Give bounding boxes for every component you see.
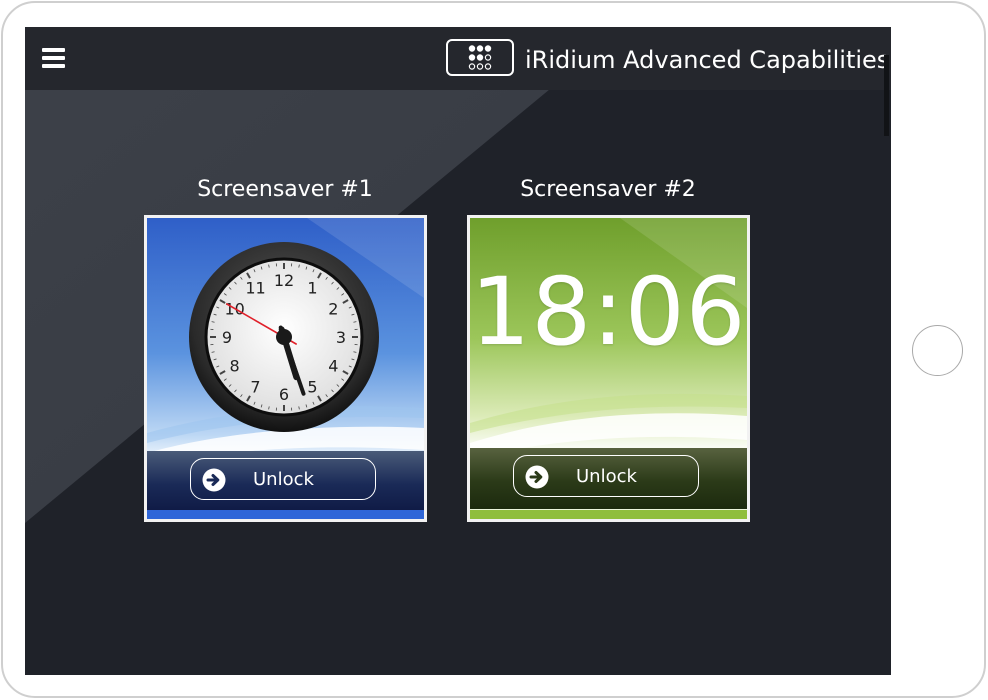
unlock-button-label: Unlock (253, 469, 314, 490)
arrow-right-circle-icon (202, 468, 226, 492)
clock-number: 4 (328, 357, 338, 376)
clock-number: 2 (328, 300, 338, 319)
arrow-right-circle-icon (525, 465, 549, 489)
clock-number: 9 (222, 328, 232, 347)
screensaver-2-unlock-button[interactable]: Unlock (513, 455, 699, 497)
screensaver-1-unlock-button[interactable]: Unlock (190, 458, 376, 500)
screensaver-1-label: Screensaver #1 (197, 177, 373, 202)
clock-number: 6 (279, 385, 289, 404)
clock-number: 3 (336, 328, 346, 347)
screensaver-1-card[interactable]: 121234567891011 Unlock (144, 215, 427, 522)
clock-number: 7 (250, 377, 260, 396)
screensaver-1-accent-strip (147, 510, 424, 519)
hamburger-menu-icon[interactable] (42, 48, 65, 68)
analog-clock-face: 121234567891011 (189, 242, 379, 432)
clock-number: 8 (230, 357, 240, 376)
screensaver-2-card[interactable]: 18:06 Unlock (467, 215, 750, 522)
screensaver-2-label: Screensaver #2 (520, 177, 696, 202)
clock-number: 1 (307, 279, 317, 298)
screensaver-1-unlock-bar: Unlock (147, 451, 424, 512)
tablet-home-button[interactable] (912, 325, 963, 376)
clock-number: 5 (307, 377, 317, 396)
clock-number: 11 (245, 279, 265, 298)
clock-number: 12 (274, 271, 294, 290)
screensaver-2-unlock-bar: Unlock (470, 448, 747, 509)
app-title: iRidium Advanced Capabilities (525, 46, 890, 74)
digital-clock-time: 18:06 (470, 258, 747, 367)
top-bar: iRidium Advanced Capabilities (25, 27, 891, 90)
screensaver-2-accent-strip (470, 510, 747, 519)
iridium-dot-grid-logo-icon (446, 39, 514, 76)
scroll-indicator[interactable] (884, 55, 889, 136)
app-screen: iRidium Advanced Capabilities Screensave… (25, 27, 891, 675)
unlock-button-label: Unlock (576, 466, 637, 487)
